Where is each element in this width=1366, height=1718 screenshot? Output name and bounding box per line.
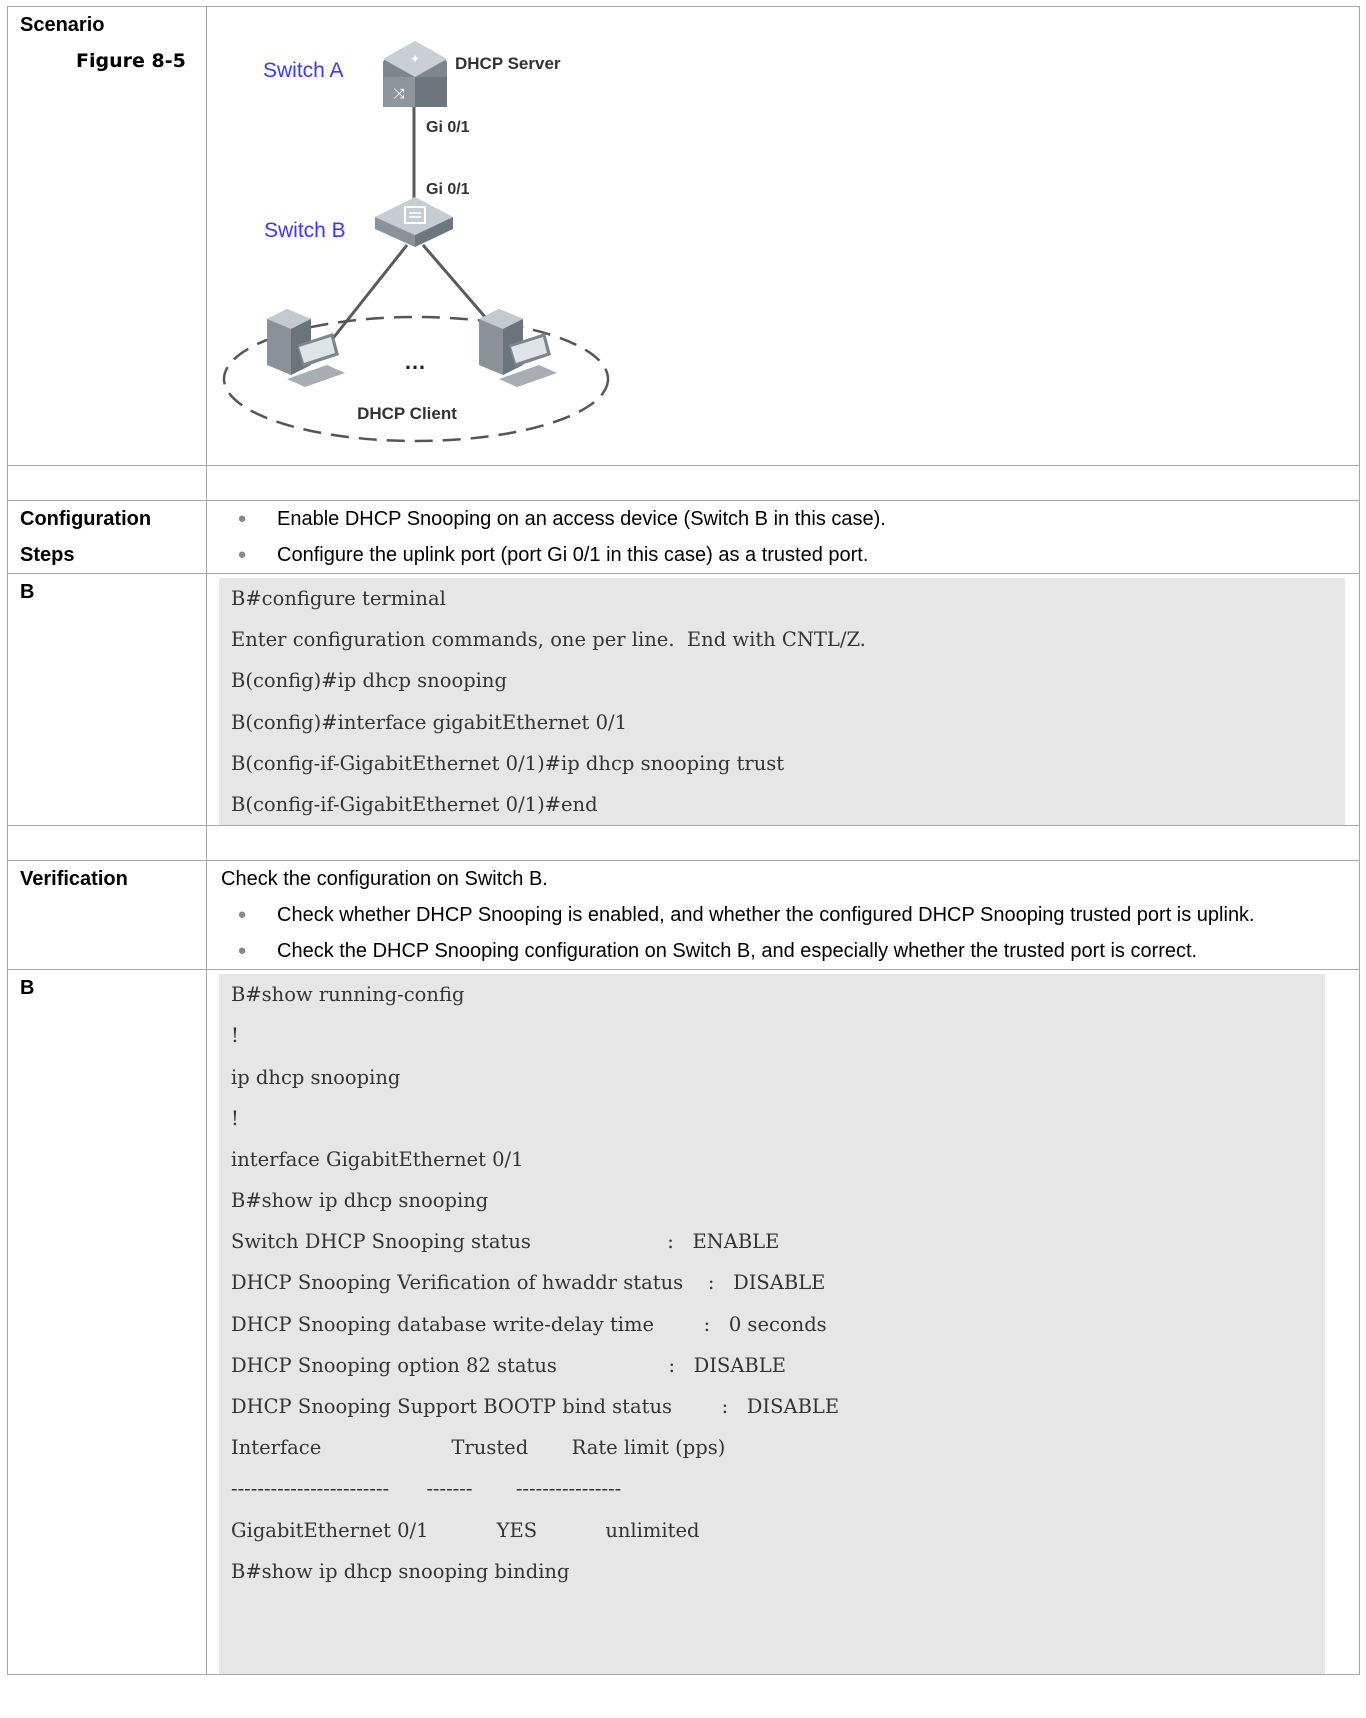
code-line: DHCP Snooping option 82 status : DISABLE bbox=[231, 1353, 786, 1377]
verification-row: Verification Check the configuration on … bbox=[7, 860, 1360, 971]
bullet-icon: ● bbox=[237, 546, 247, 563]
port-a-label: Gi 0/1 bbox=[426, 119, 470, 136]
code-line: B#show running-config bbox=[231, 983, 465, 1007]
list-item-text: Configure the uplink port (port Gi 0/1 i… bbox=[277, 544, 869, 566]
ellipsis-label: … bbox=[404, 349, 426, 374]
config-code-row: B B#configure terminal Enter configurati… bbox=[7, 572, 1360, 827]
spacer-row bbox=[7, 825, 1360, 862]
switch-a-label: Switch A bbox=[263, 59, 344, 82]
code-line: DHCP Snooping database write-delay time … bbox=[231, 1312, 827, 1336]
code-line: GigabitEthernet 0/1 YES unlimited bbox=[231, 1518, 700, 1542]
client-pc-icon bbox=[479, 309, 557, 387]
document-table: Scenario Figure 8-5 ✦ ⤨ Switch A DHCP Se… bbox=[7, 6, 1360, 1676]
config-steps-label-line1: Configuration bbox=[20, 508, 152, 530]
verification-label: Verification bbox=[20, 868, 128, 891]
config-code-block: B#configure terminal Enter configuration… bbox=[219, 578, 1345, 826]
svg-text:✦: ✦ bbox=[410, 52, 420, 66]
config-steps-label-line2: Steps bbox=[20, 544, 75, 566]
config-code-cell: B#configure terminal Enter configuration… bbox=[206, 572, 1360, 827]
code-line: B#show ip dhcp snooping binding bbox=[231, 1559, 570, 1583]
code-line: B#show ip dhcp snooping bbox=[231, 1189, 489, 1213]
list-item: ● Configure the uplink port (port Gi 0/1… bbox=[207, 537, 1359, 573]
code-line: Enter configuration commands, one per li… bbox=[231, 628, 866, 652]
code-line: B(config-if-GigabitEthernet 0/1)#ip dhcp… bbox=[231, 751, 785, 775]
bullet-icon: ● bbox=[237, 510, 247, 527]
device-label: B bbox=[20, 977, 35, 1000]
spacer-row bbox=[7, 465, 1360, 501]
device-label: B bbox=[20, 581, 35, 603]
code-line: B(config-if-GigabitEthernet 0/1)#end bbox=[231, 792, 598, 816]
port-b-label: Gi 0/1 bbox=[426, 181, 470, 198]
verification-label-cell: Verification bbox=[7, 860, 207, 971]
svg-text:⤨: ⤨ bbox=[393, 85, 405, 101]
list-item: ● Check the DHCP Snooping configuration … bbox=[207, 933, 1359, 969]
list-item-text: Enable DHCP Snooping on an access device… bbox=[277, 508, 886, 530]
switch-a-icon: ✦ ⤨ bbox=[383, 41, 447, 107]
switch-b-icon bbox=[375, 197, 453, 247]
client-pc-icon bbox=[267, 309, 345, 387]
list-item-text: Check the DHCP Snooping configuration on… bbox=[277, 940, 1198, 963]
figure-cell: ✦ ⤨ Switch A DHCP Server Gi 0/1 Gi 0/1 S… bbox=[206, 6, 1360, 466]
verify-code-block: B#show running-config ! ip dhcp snooping… bbox=[219, 974, 1325, 1675]
list-item: ● Enable DHCP Snooping on an access devi… bbox=[207, 501, 1359, 537]
bullet-icon: ● bbox=[237, 906, 247, 924]
code-line: Interface Trusted Rate limit (pps) bbox=[231, 1436, 726, 1460]
verify-code-cell: B#show running-config ! ip dhcp snooping… bbox=[206, 969, 1360, 1676]
scenario-row: Scenario Figure 8-5 ✦ ⤨ Switch A DHCP Se… bbox=[7, 6, 1360, 466]
code-line: B#configure terminal bbox=[231, 587, 446, 610]
verification-intro: Check the configuration on Switch B. bbox=[221, 868, 548, 891]
scenario-label-cell: Scenario Figure 8-5 bbox=[7, 6, 207, 466]
code-line: DHCP Snooping Verification of hwaddr sta… bbox=[231, 1271, 826, 1295]
config-code-label-cell: B bbox=[7, 572, 207, 827]
list-item: ● Check whether DHCP Snooping is enabled… bbox=[207, 897, 1359, 933]
config-steps-row: Configuration Steps ● Enable DHCP Snoopi… bbox=[7, 500, 1360, 574]
code-line: ip dhcp snooping bbox=[231, 1065, 401, 1089]
verification-content: Check the configuration on Switch B. ● C… bbox=[206, 860, 1360, 971]
config-steps-label-cell: Configuration Steps bbox=[7, 500, 207, 574]
switch-b-label: Switch B bbox=[264, 219, 346, 242]
code-line: interface GigabitEthernet 0/1 bbox=[231, 1147, 524, 1171]
code-line: B(config)#ip dhcp snooping bbox=[231, 669, 507, 693]
scenario-label: Scenario bbox=[20, 14, 105, 36]
code-line: ! bbox=[231, 1106, 239, 1130]
code-line: ------------------------ ------- -------… bbox=[231, 1477, 622, 1501]
network-diagram: ✦ ⤨ Switch A DHCP Server Gi 0/1 Gi 0/1 S… bbox=[222, 41, 610, 443]
list-item-text: Check whether DHCP Snooping is enabled, … bbox=[277, 904, 1255, 927]
dhcp-client-label: DHCP Client bbox=[357, 404, 457, 423]
code-line: ! bbox=[231, 1024, 239, 1048]
figure-label: Figure 8-5 bbox=[76, 50, 186, 72]
code-line: DHCP Snooping Support BOOTP bind status … bbox=[231, 1395, 840, 1418]
dhcp-server-label: DHCP Server bbox=[455, 54, 561, 73]
verify-code-row: B B#show running-config ! ip dhcp snoopi… bbox=[7, 969, 1360, 1676]
verify-code-label-cell: B bbox=[7, 969, 207, 1676]
code-line: Switch DHCP Snooping status : ENABLE bbox=[231, 1230, 780, 1254]
bullet-icon: ● bbox=[237, 942, 247, 960]
code-line: B(config)#interface gigabitEthernet 0/1 bbox=[231, 710, 627, 734]
config-steps-content: ● Enable DHCP Snooping on an access devi… bbox=[206, 500, 1360, 574]
